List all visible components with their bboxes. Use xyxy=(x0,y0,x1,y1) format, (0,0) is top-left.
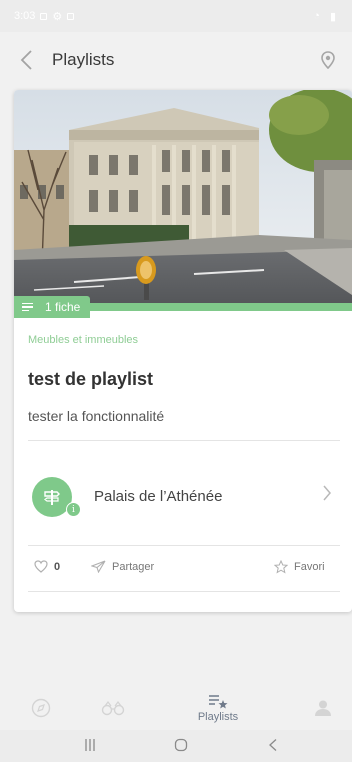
back-arrow-icon xyxy=(269,739,277,751)
status-bar: 3:03 ⚙ ◔ ▮ xyxy=(0,0,352,32)
share-label: Partager xyxy=(112,560,155,573)
system-back-button[interactable] xyxy=(268,738,278,757)
recent-apps-icon xyxy=(85,739,95,751)
playlist-description: tester la fonctionnalité xyxy=(28,408,165,424)
recent-apps-button[interactable] xyxy=(84,738,96,757)
back-button[interactable] xyxy=(0,32,52,88)
status-right: ◔ ▮ xyxy=(313,10,336,23)
chevron-right-icon xyxy=(322,482,332,508)
system-navigation-bar xyxy=(0,730,352,762)
like-button[interactable]: 0 xyxy=(34,560,60,573)
signpost-icon xyxy=(44,490,60,505)
category-label[interactable]: Meubles et immeubles xyxy=(28,334,138,346)
status-time: 3:03 xyxy=(14,10,36,22)
nav-playlists-label: Playlists xyxy=(197,710,239,723)
heart-icon xyxy=(34,560,48,573)
card-actions: 0 Partager Favori xyxy=(14,548,352,590)
favorite-label: Favori xyxy=(294,561,325,573)
playlist-card[interactable]: 1 fiche Meubles et immeubles test de pla… xyxy=(14,90,352,612)
app-header: Playlists xyxy=(0,32,352,88)
compass-icon xyxy=(31,698,51,718)
page-title: Playlists xyxy=(52,50,115,69)
home-icon xyxy=(174,738,188,752)
location-button[interactable] xyxy=(312,44,344,76)
playlist-star-icon xyxy=(209,694,228,708)
user-icon xyxy=(315,700,331,716)
binoculars-icon xyxy=(101,701,125,716)
star-icon xyxy=(274,560,288,574)
nav-profile[interactable] xyxy=(311,686,335,730)
map-pin-icon xyxy=(321,51,335,69)
fiche-count-label: 1 fiche xyxy=(45,300,81,314)
chevron-left-icon xyxy=(20,50,32,70)
status-left: 3:03 ⚙ xyxy=(14,10,75,23)
nav-tours[interactable] xyxy=(96,686,130,730)
nav-playlists[interactable]: Playlists xyxy=(188,686,248,730)
home-button[interactable] xyxy=(174,738,188,757)
fiche-count-badge: 1 fiche xyxy=(14,296,91,318)
nav-explore[interactable] xyxy=(26,686,56,730)
bottom-navigation: Playlists xyxy=(0,686,352,730)
playlist-cover-image xyxy=(14,90,352,303)
place-name: Palais de l’Athénée xyxy=(94,488,223,505)
divider xyxy=(28,440,340,441)
gallery-notification-icon xyxy=(40,12,48,20)
playlist-title: test de playlist xyxy=(28,369,154,389)
battery-icon: ▮ xyxy=(329,10,336,23)
divider xyxy=(28,591,340,592)
app-notification-icon xyxy=(67,12,75,20)
place-list-item[interactable]: i Palais de l’Athénée xyxy=(14,460,352,532)
share-button[interactable]: Partager xyxy=(91,560,154,573)
info-icon: i xyxy=(66,502,81,517)
list-icon xyxy=(22,302,33,312)
favorite-button[interactable]: Favori xyxy=(274,560,325,574)
divider xyxy=(28,545,340,546)
like-count: 0 xyxy=(54,560,61,573)
wifi-icon: ◔ xyxy=(313,9,320,22)
sync-notification-icon: ⚙ xyxy=(52,10,63,23)
share-icon xyxy=(91,560,106,573)
